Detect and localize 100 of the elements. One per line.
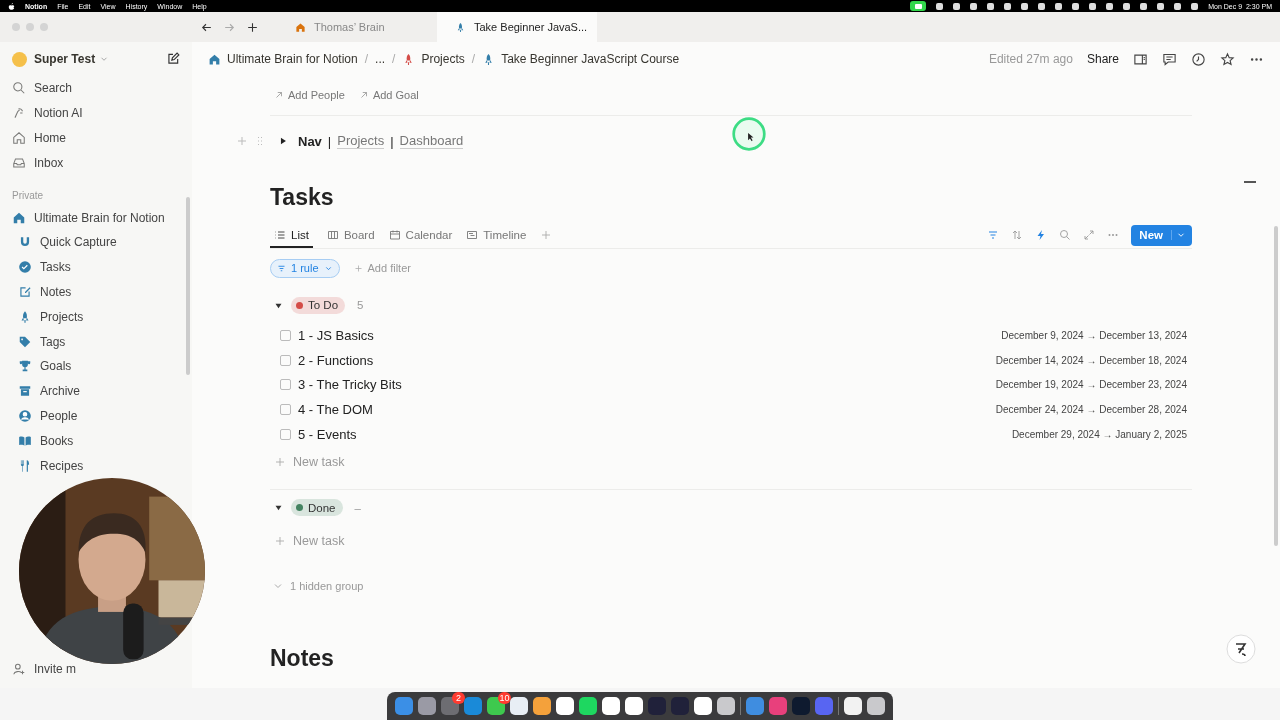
status-icon[interactable]: [987, 2, 995, 10]
sort-icon[interactable]: [1011, 229, 1024, 241]
home-icon: [295, 21, 306, 33]
home-icon[interactable]: [12, 210, 26, 225]
scrollbar[interactable]: [1274, 226, 1278, 546]
fork-knife-icon[interactable]: [18, 458, 32, 473]
section-label: Private: [12, 190, 44, 202]
sidebar-page[interactable]: Recipes: [40, 458, 84, 473]
status-icon[interactable]: [1191, 2, 1199, 10]
app-icon[interactable]: [556, 697, 574, 715]
sidebar-page[interactable]: Quick Capture: [40, 235, 117, 250]
breadcrumb-item[interactable]: Ultimate Brain for Notion: [208, 52, 358, 66]
sidebar-page[interactable]: Goals: [40, 359, 72, 374]
task-title[interactable]: 1 - JS Basics: [298, 327, 374, 343]
sidebar-item[interactable]: Search: [34, 81, 73, 96]
app-icon[interactable]: [694, 697, 712, 715]
tag-icon[interactable]: [18, 334, 32, 349]
new-tab-icon[interactable]: [246, 20, 259, 34]
sidebar-item[interactable]: Notion AI: [34, 106, 83, 121]
status-icon[interactable]: [1174, 2, 1182, 10]
archive-icon[interactable]: [18, 384, 32, 399]
breadcrumb-separator: /: [364, 52, 369, 66]
compose-icon[interactable]: [166, 52, 180, 66]
task-checkbox[interactable]: [280, 429, 291, 441]
status-icon[interactable]: [1055, 2, 1063, 10]
add-person-icon[interactable]: [12, 662, 26, 676]
status-icon[interactable]: [1004, 2, 1012, 10]
new-button[interactable]: New: [1131, 224, 1192, 246]
task-checkbox[interactable]: [280, 354, 291, 366]
expand-icon[interactable]: [1083, 229, 1096, 241]
task-title[interactable]: 4 - The DOM: [298, 402, 373, 418]
home-icon[interactable]: [12, 131, 26, 145]
breadcrumb-item[interactable]: Projects: [402, 52, 465, 66]
sidebar-page[interactable]: Archive: [40, 384, 80, 399]
invite-link[interactable]: Invite m: [34, 662, 76, 676]
collapse-toggle-icon[interactable]: [274, 503, 283, 513]
app-icon[interactable]: [579, 697, 597, 715]
status-icon[interactable]: [1123, 2, 1131, 10]
task-checkbox[interactable]: [280, 404, 291, 416]
breadcrumb-item[interactable]: ...: [375, 52, 386, 66]
app-icon[interactable]: [717, 697, 735, 715]
breadcrumb-item[interactable]: Take Beginner JavaScript Course: [482, 52, 680, 66]
sidebar-page[interactable]: People: [40, 408, 78, 423]
search-icon[interactable]: [12, 81, 26, 96]
inbox-icon[interactable]: [12, 155, 26, 170]
app-icon[interactable]: [844, 697, 862, 715]
browser-tab[interactable]: Take Beginner JavaS...: [437, 12, 597, 42]
status-icon[interactable]: [1072, 2, 1080, 10]
scrollbar[interactable]: [186, 197, 190, 376]
sidebar-page[interactable]: Tasks: [40, 260, 71, 275]
view-tab[interactable]: Calendar: [388, 222, 453, 248]
sidebar-page[interactable]: Tags: [40, 334, 66, 349]
app-icon[interactable]: [533, 697, 551, 715]
task-checkbox[interactable]: [280, 329, 291, 341]
status-icon[interactable]: [1089, 2, 1097, 10]
camera-status-icon[interactable]: [910, 1, 927, 11]
status-icon[interactable]: [1038, 2, 1046, 10]
status-icon[interactable]: [1140, 2, 1148, 10]
status-tag[interactable]: To Do: [291, 296, 346, 314]
clock-icon[interactable]: [1191, 51, 1206, 67]
status-icon[interactable]: [1157, 2, 1165, 10]
person-icon[interactable]: [18, 408, 32, 423]
status-icon[interactable]: [953, 2, 961, 10]
sidebar-page[interactable]: Notes: [40, 284, 72, 299]
nav-link[interactable]: Projects: [337, 133, 385, 149]
status-icon[interactable]: [936, 2, 944, 10]
task-title[interactable]: 3 - The Tricky Bits: [298, 377, 402, 393]
app-icon[interactable]: [867, 697, 885, 715]
app-icon[interactable]: [625, 697, 643, 715]
note-icon[interactable]: [18, 284, 32, 299]
star-icon[interactable]: [1220, 51, 1235, 67]
sidebar-item[interactable]: Home: [34, 131, 66, 145]
sidebar-page[interactable]: Books: [40, 433, 74, 448]
app-icon[interactable]: [510, 697, 528, 715]
property-link[interactable]: Add Goal: [358, 89, 419, 101]
status-icon[interactable]: [970, 2, 978, 10]
view-tab[interactable]: Timeline: [466, 222, 527, 248]
side-panel-icon[interactable]: [1133, 51, 1148, 67]
help-button[interactable]: [1226, 634, 1256, 664]
app-icon[interactable]: [602, 697, 620, 715]
filter-rule-chip[interactable]: 1 rule: [270, 258, 340, 278]
sidebar-page[interactable]: Projects: [40, 309, 84, 324]
view-tab[interactable]: Board: [326, 222, 375, 248]
property-link[interactable]: Add People: [274, 89, 345, 101]
view-tab[interactable]: List: [270, 222, 313, 248]
status-icon[interactable]: [1021, 2, 1029, 10]
toggle-icon[interactable]: [278, 136, 288, 146]
share-button[interactable]: Share: [1086, 52, 1119, 66]
trophy-icon[interactable]: [18, 359, 32, 374]
status-icon[interactable]: [1106, 2, 1114, 10]
workspace-switcher[interactable]: Super Test: [34, 52, 96, 66]
apple-icon[interactable]: [8, 1, 15, 11]
sidebar-page[interactable]: Ultimate Brain for Notion: [34, 210, 165, 225]
comment-icon[interactable]: [1162, 51, 1177, 67]
task-title[interactable]: 5 - Events: [298, 427, 357, 443]
status-tag[interactable]: Done: [291, 499, 343, 517]
sidebar-item[interactable]: Inbox: [34, 155, 64, 170]
task-title[interactable]: 2 - Functions: [298, 352, 374, 368]
nav-link[interactable]: Dashboard: [399, 133, 464, 149]
task-checkbox[interactable]: [280, 379, 291, 391]
